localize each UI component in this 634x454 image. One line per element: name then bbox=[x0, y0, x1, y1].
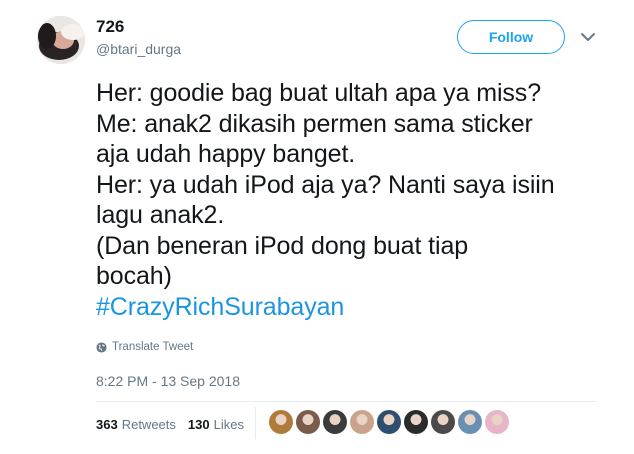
tweet-stats: 363 Retweets 130 Likes bbox=[96, 407, 256, 439]
likers-avatars bbox=[269, 410, 512, 434]
tweet-line: aja udah happy banget. bbox=[96, 140, 356, 168]
retweets-stat[interactable]: 363 Retweets bbox=[96, 417, 176, 432]
likes-label: Likes bbox=[213, 417, 244, 432]
tweet-line: lagu anak2. bbox=[96, 201, 225, 229]
liker-avatar[interactable] bbox=[485, 410, 509, 434]
tweet-line: Her: goodie bag buat ultah apa ya miss? bbox=[96, 79, 542, 107]
display-name[interactable]: 726 bbox=[96, 17, 124, 37]
retweets-count: 363 bbox=[96, 417, 118, 432]
tweet-line: Her: ya udah iPod aja ya? Nanti saya isi… bbox=[96, 170, 555, 199]
translate-tweet-button[interactable]: Translate Tweet bbox=[96, 341, 193, 353]
tweet-line: Me: anak2 dikasih permen sama sticker bbox=[96, 109, 533, 138]
avatar[interactable] bbox=[37, 16, 85, 64]
translate-label: Translate Tweet bbox=[112, 341, 194, 353]
liker-avatar[interactable] bbox=[350, 410, 374, 434]
avatar-image bbox=[37, 16, 85, 64]
globe-icon bbox=[96, 341, 107, 353]
liker-avatar[interactable] bbox=[323, 410, 347, 434]
tweet-timestamp[interactable]: 8:22 PM - 13 Sep 2018 bbox=[96, 373, 240, 389]
user-handle[interactable]: @btari_durga bbox=[96, 41, 181, 57]
retweets-label: Retweets bbox=[121, 417, 176, 432]
likes-count: 130 bbox=[187, 417, 210, 432]
liker-avatar[interactable] bbox=[404, 410, 428, 434]
tweet-text: Her: goodie bag buat ultah apa ya miss? … bbox=[96, 78, 606, 322]
hashtag-link[interactable]: #CrazyRichSurabayan bbox=[96, 292, 606, 323]
follow-button[interactable]: Follow bbox=[457, 20, 565, 54]
liker-avatar[interactable] bbox=[269, 410, 293, 434]
tweet-line: bocah) bbox=[96, 262, 172, 290]
liker-avatar[interactable] bbox=[296, 410, 320, 434]
liker-avatar[interactable] bbox=[458, 410, 482, 434]
liker-avatar[interactable] bbox=[377, 410, 401, 434]
tweet-line: (Dan beneran iPod dong buat tiap bbox=[96, 231, 469, 260]
liker-avatar[interactable] bbox=[431, 410, 455, 434]
chevron-down-icon[interactable] bbox=[580, 30, 596, 44]
divider bbox=[255, 407, 256, 439]
divider bbox=[96, 401, 596, 402]
likes-stat[interactable]: 130 Likes bbox=[188, 417, 244, 432]
